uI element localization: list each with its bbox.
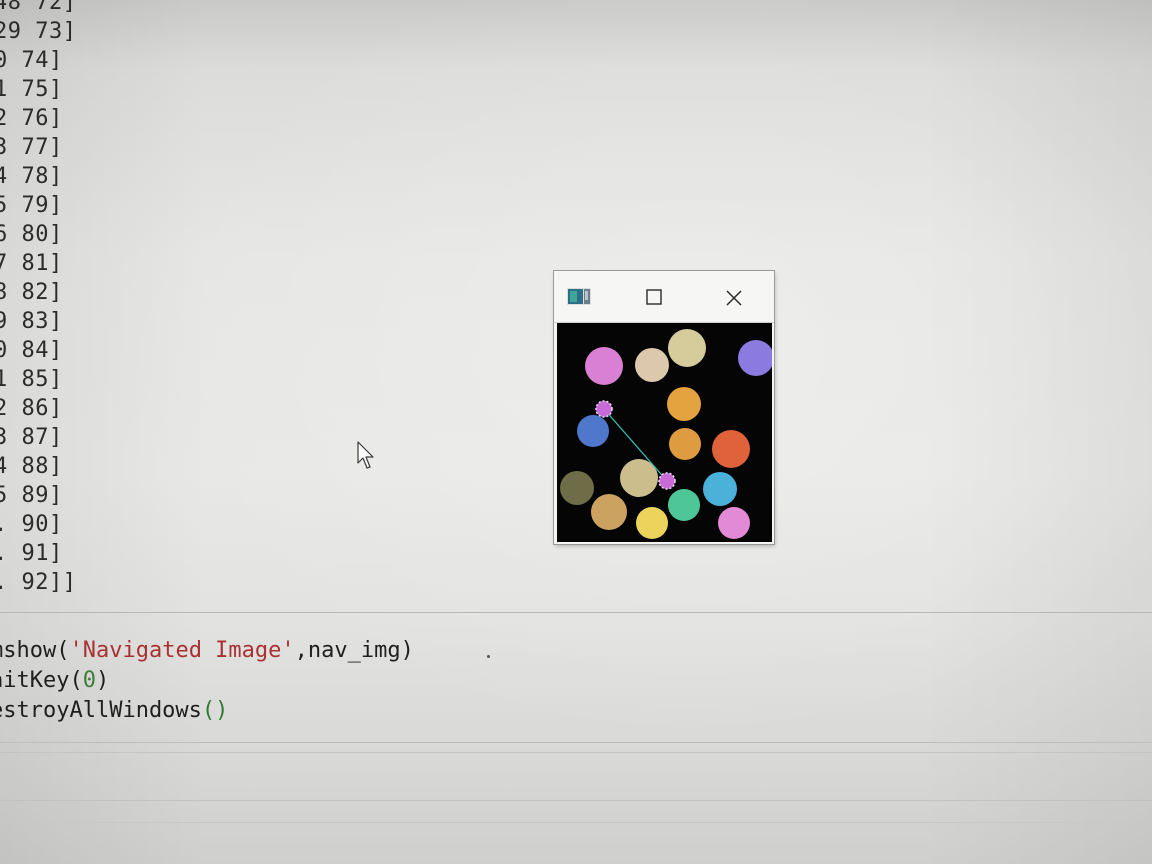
output-line: 6 80] [0, 222, 63, 247]
obstacle-circle [712, 430, 750, 468]
obstacle-circle [577, 415, 609, 447]
maximize-icon[interactable] [646, 289, 662, 305]
obstacle-circle [669, 428, 701, 460]
code-line-destroy: estroyAllWindows() [0, 696, 228, 726]
output-line: 2 86] [0, 396, 63, 421]
output-line: . 91] [0, 541, 63, 566]
output-line: 5 89] [0, 483, 63, 508]
obstacle-circle [560, 471, 594, 505]
image-canvas[interactable] [557, 323, 772, 542]
output-line: 3 87] [0, 425, 63, 450]
obstacle-circle [585, 347, 623, 385]
obstacle-circle [668, 329, 706, 367]
code-cell[interactable]: mshow('Navigated Image',nav_img) aitKey(… [0, 636, 590, 736]
close-icon[interactable] [725, 289, 743, 307]
cell-divider [0, 822, 1152, 823]
output-line: 0 74] [0, 48, 63, 73]
output-line: . 92]] [0, 570, 77, 595]
output-line: 8 82] [0, 280, 63, 305]
output-line: 0 84] [0, 338, 63, 363]
path-endpoint-marker [595, 400, 613, 418]
code-string-literal: 'Navigated Image' [69, 638, 295, 663]
code-token: estroyAllWindows [0, 698, 202, 723]
code-line-imshow: mshow('Navigated Image',nav_img) [0, 636, 414, 666]
cell-output: 48 72] 29 73] 0 74] 1 75] 2 76] 3 77] 4 78] 5 7… [0, 0, 114, 598]
output-line: 4 88] [0, 454, 63, 479]
code-parens: () [201, 698, 229, 723]
window-titlebar[interactable] [554, 271, 774, 323]
output-line: 2 76] [0, 106, 63, 131]
cell-divider [0, 612, 1152, 613]
code-number-literal: 0 [82, 668, 96, 693]
navigated-image-window[interactable] [554, 271, 774, 544]
output-line: 9 83] [0, 309, 63, 334]
screen-speck [487, 655, 490, 658]
path-endpoint-marker [658, 472, 676, 490]
output-line: 1 85] [0, 367, 63, 392]
cell-divider [0, 800, 1152, 801]
code-token: ,nav_img) [294, 638, 414, 663]
output-line: 3 77] [0, 135, 63, 160]
code-token: aitKey( [0, 668, 83, 693]
cell-divider [0, 742, 1152, 743]
opencv-window-icon [567, 288, 591, 305]
obstacle-circle [718, 507, 750, 539]
cell-divider [0, 752, 1152, 753]
code-token: mshow( [0, 638, 70, 663]
obstacle-circle [591, 494, 627, 530]
output-line: 4 78] [0, 164, 63, 189]
output-line: 48 72] [0, 0, 77, 15]
output-line: 29 73] [0, 19, 77, 44]
obstacle-circle [636, 507, 668, 539]
obstacle-circle [667, 387, 701, 421]
code-token: ) [95, 668, 110, 693]
code-line-waitkey: aitKey(0) [0, 666, 109, 696]
obstacle-circle [668, 489, 700, 521]
output-line: . 90] [0, 512, 63, 537]
mouse-cursor-icon [357, 441, 374, 469]
output-line: 1 75] [0, 77, 63, 102]
obstacle-circle [703, 472, 737, 506]
output-line: 7 81] [0, 251, 63, 276]
output-line: 5 79] [0, 193, 63, 218]
obstacle-circle [635, 348, 669, 382]
